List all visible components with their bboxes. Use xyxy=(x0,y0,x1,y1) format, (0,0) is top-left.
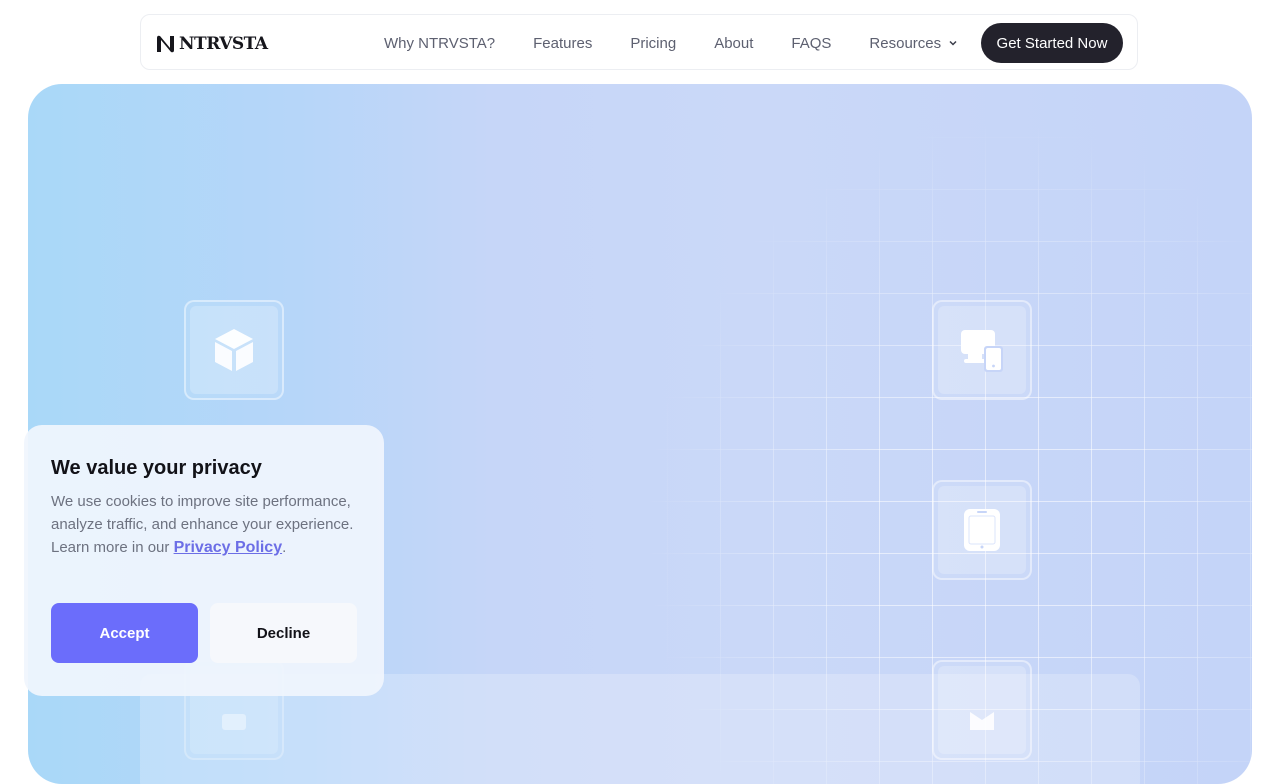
top-navbar: NTRVSTA Why NTRVSTA? Features Pricing Ab… xyxy=(140,14,1138,70)
nav-link-faqs[interactable]: FAQS xyxy=(791,35,831,52)
nav-links: Why NTRVSTA? Features Pricing About FAQS… xyxy=(384,15,957,71)
brand-logo[interactable]: NTRVSTA xyxy=(155,34,268,54)
accept-button[interactable]: Accept xyxy=(51,603,198,663)
nav-link-features[interactable]: Features xyxy=(533,35,592,52)
nav-link-about[interactable]: About xyxy=(714,35,753,52)
cube-icon xyxy=(215,329,253,371)
nav-dropdown-resources[interactable]: Resources xyxy=(869,35,957,52)
privacy-policy-link[interactable]: Privacy Policy xyxy=(174,539,283,556)
decline-button[interactable]: Decline xyxy=(210,603,357,663)
feature-tile-cube xyxy=(184,300,284,400)
chevron-down-icon xyxy=(949,40,957,46)
resources-label: Resources xyxy=(869,34,942,52)
cookie-description: We use cookies to improve site performan… xyxy=(51,490,363,559)
feature-tile-devices xyxy=(932,300,1032,400)
tablet-icon xyxy=(964,509,1000,551)
nav-link-why[interactable]: Why NTRVSTA? xyxy=(384,35,495,52)
devices-icon xyxy=(961,330,1003,372)
get-started-button[interactable]: Get Started Now xyxy=(981,23,1123,63)
logo-mark-icon xyxy=(157,35,174,53)
cookie-body-end: . xyxy=(282,539,287,556)
nav-link-pricing[interactable]: Pricing xyxy=(630,35,676,52)
partial-icon xyxy=(222,714,246,730)
cookie-title: We value your privacy xyxy=(51,457,262,479)
brand-name: NTRVSTA xyxy=(179,34,268,54)
feature-tile-tablet xyxy=(932,480,1032,580)
cookie-consent-banner: We value your privacy We use cookies to … xyxy=(24,425,384,696)
